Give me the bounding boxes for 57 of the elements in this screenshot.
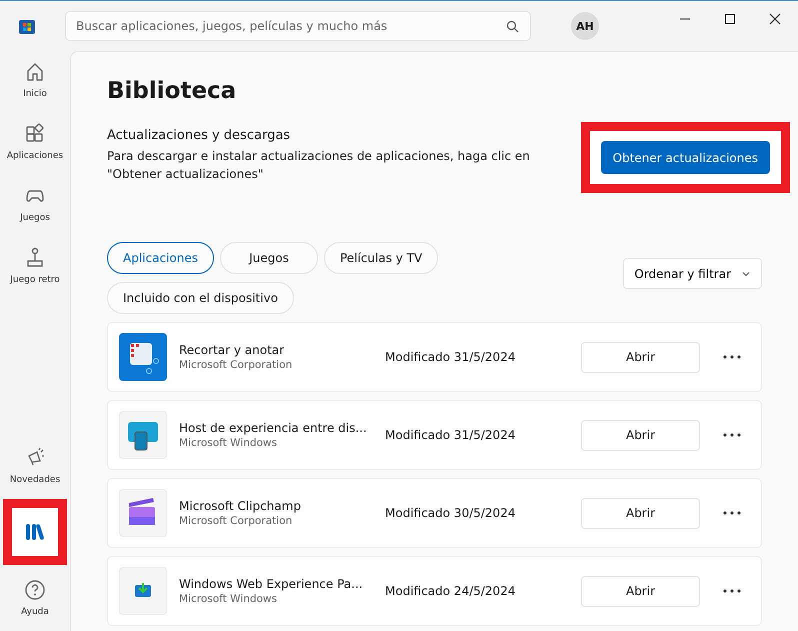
modified-date: Modificado 24/5/2024 — [385, 584, 516, 598]
app-name: Microsoft Clipchamp — [179, 499, 302, 513]
section-description: Para descargar e instalar actualizaciones de aplicaciones, haga clic en "Obtener actualizaciones" — [107, 148, 531, 183]
nav-label: Juego retro — [10, 275, 60, 285]
app-icon — [119, 411, 167, 459]
nav-item[interactable]: Aplicaciones — [4, 113, 66, 171]
app-row[interactable]: Recortar y anotar Microsoft Corporation Modificado 31/5/2024 Abrir — [107, 322, 762, 392]
open-button[interactable]: Abrir — [581, 498, 700, 528]
section-title: Actualizaciones y descargas — [107, 128, 292, 143]
nav-item[interactable] — [3, 499, 67, 565]
open-button[interactable]: Abrir — [581, 342, 700, 372]
filter-chip[interactable]: Juegos — [220, 242, 318, 274]
app-row[interactable]: Host de experiencia entre dis... Microsoft Windows Modificado 31/5/2024 Abrir — [107, 400, 762, 470]
page-title: Biblioteca — [107, 78, 238, 104]
app-icon — [119, 567, 167, 615]
nav-item[interactable]: Ayuda — [4, 569, 66, 627]
modified-date: Modificado 31/5/2024 — [385, 350, 516, 364]
app-row[interactable]: Microsoft Clipchamp Microsoft Corporation Modificado 30/5/2024 Abrir — [107, 478, 762, 548]
nav-label: Novedades — [10, 475, 60, 485]
account-avatar[interactable]: AH — [571, 12, 599, 40]
library-icon — [24, 521, 46, 543]
app-publisher: Microsoft Windows — [179, 437, 278, 449]
nav-item[interactable]: Inicio — [4, 51, 66, 109]
nav-item[interactable]: Novedades — [4, 437, 66, 495]
app-icon — [119, 333, 167, 381]
nav-item[interactable]: Juegos — [4, 175, 66, 233]
nav-label: Ayuda — [21, 607, 49, 617]
app-name: Windows Web Experience Pa... — [179, 577, 364, 591]
modified-date: Modificado 31/5/2024 — [385, 428, 516, 442]
open-button[interactable]: Abrir — [581, 420, 700, 450]
app-publisher: Microsoft Corporation — [179, 515, 294, 527]
nav-label: Inicio — [23, 89, 47, 99]
filter-chip[interactable]: Incluido con el dispositivo — [107, 282, 294, 314]
app-row[interactable]: Windows Web Experience Pa... Microsoft Windows Modificado 24/5/2024 Abrir — [107, 556, 762, 626]
modified-date: Modificado 30/5/2024 — [385, 506, 516, 520]
search-icon — [506, 20, 519, 33]
app-name: Recortar y anotar — [179, 343, 286, 357]
filter-chip[interactable]: Aplicaciones — [107, 242, 214, 274]
app-icon — [119, 489, 167, 537]
nav-label: Aplicaciones — [6, 151, 64, 161]
more-options-icon[interactable] — [723, 355, 741, 359]
search-field[interactable]: Buscar aplicaciones, juegos, películas y mucho más — [65, 11, 531, 41]
more-options-icon[interactable] — [723, 589, 741, 593]
open-button[interactable]: Abrir — [581, 576, 700, 606]
maximize-icon[interactable] — [724, 13, 736, 25]
nav-item[interactable]: Juego retro — [4, 237, 66, 295]
nav-label: Juegos — [20, 213, 50, 223]
more-options-icon[interactable] — [723, 433, 741, 437]
sort-filter-button[interactable]: Ordenar y filtrar — [623, 258, 762, 289]
app-publisher: Microsoft Corporation — [179, 359, 294, 371]
more-options-icon[interactable] — [723, 511, 741, 515]
app-name: Host de experiencia entre dis... — [179, 421, 368, 435]
app-publisher: Microsoft Windows — [179, 593, 278, 605]
filter-chip[interactable]: Películas y TV — [324, 242, 438, 274]
get-updates-button[interactable]: Obtener actualizaciones — [600, 141, 770, 174]
close-icon[interactable] — [769, 13, 781, 25]
help-icon — [24, 579, 46, 601]
